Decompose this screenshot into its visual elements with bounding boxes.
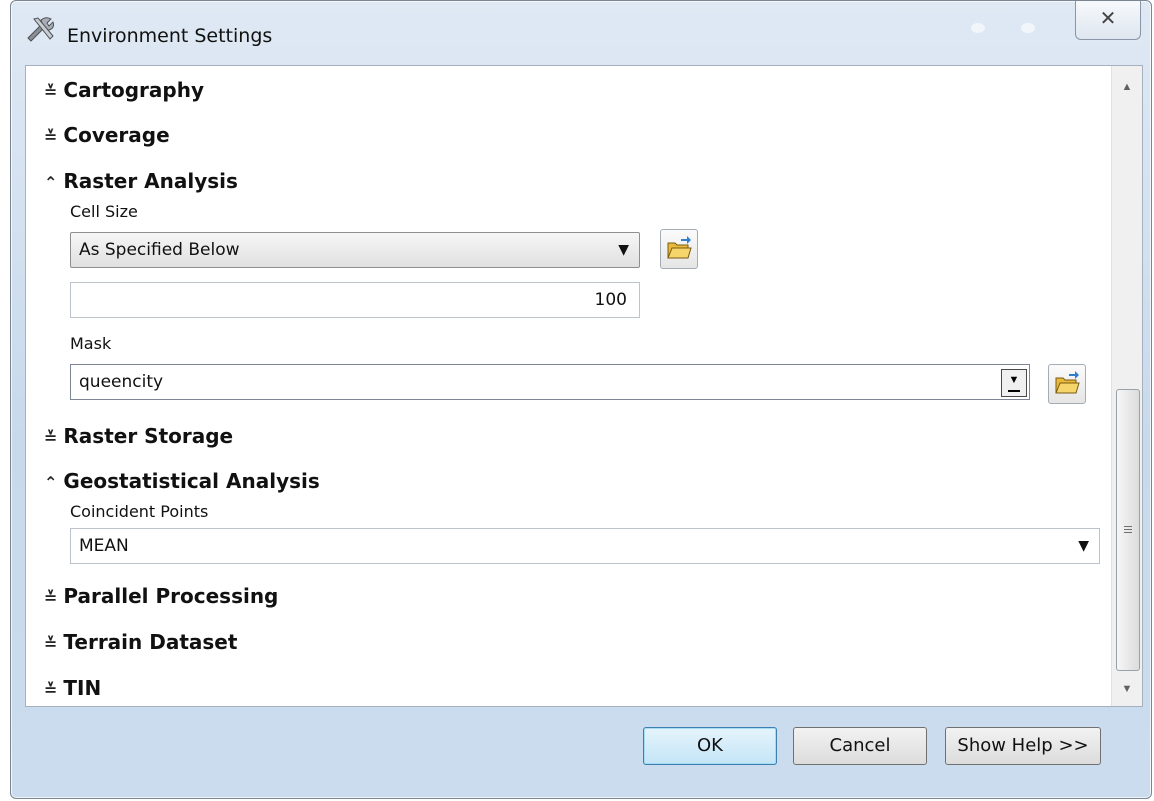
title-decoration xyxy=(971,23,985,33)
chevron-down-icon: ▼ xyxy=(1008,374,1020,386)
section-label: Terrain Dataset xyxy=(63,630,238,654)
section-parallel-processing[interactable]: ≚ Parallel Processing xyxy=(44,584,278,608)
section-geostatistical-analysis[interactable]: ⌃ Geostatistical Analysis xyxy=(44,469,320,493)
chevron-down-icon: ≚ xyxy=(44,588,58,607)
cancel-button[interactable]: Cancel xyxy=(793,727,927,765)
chevron-down-icon: ▼ xyxy=(618,242,629,258)
mask-browse-button[interactable] xyxy=(1048,364,1086,404)
cell-size-value: 100 xyxy=(594,290,627,310)
window-title: Environment Settings xyxy=(67,25,273,47)
coincident-points-select[interactable]: MEAN ▼ xyxy=(70,528,1100,564)
close-button[interactable]: ✕ xyxy=(1075,1,1141,40)
chevron-down-icon: ≚ xyxy=(44,428,58,447)
scroll-grip-icon xyxy=(1124,526,1132,535)
close-icon: ✕ xyxy=(1099,8,1117,30)
open-folder-icon xyxy=(1055,371,1080,394)
section-label: Raster Storage xyxy=(63,424,234,448)
show-help-button[interactable]: Show Help >> xyxy=(945,727,1101,765)
chevron-down-icon: ≚ xyxy=(44,634,58,653)
section-raster-analysis[interactable]: ⌃ Raster Analysis xyxy=(44,169,238,193)
coincident-points-value: MEAN xyxy=(79,536,129,556)
section-label: Raster Analysis xyxy=(63,169,238,193)
vertical-scrollbar[interactable]: ▲ ▼ xyxy=(1111,66,1142,706)
environment-settings-dialog: Environment Settings ✕ ≚ Cartography ≚ Cov… xyxy=(10,0,1152,799)
mask-dropdown-button[interactable]: ▼ xyxy=(1001,369,1027,397)
settings-panel: ≚ Cartography ≚ Coverage ⌃ Raster Analysis … xyxy=(25,65,1143,707)
mask-value: queencity xyxy=(79,372,164,392)
section-label: Geostatistical Analysis xyxy=(63,469,320,493)
scroll-thumb[interactable] xyxy=(1116,389,1140,671)
scroll-down-arrow-icon[interactable]: ▼ xyxy=(1112,676,1142,702)
section-tin[interactable]: ≚ TIN xyxy=(44,676,101,700)
mask-label: Mask xyxy=(70,334,112,353)
cell-size-option: As Specified Below xyxy=(79,240,240,260)
coincident-points-label: Coincident Points xyxy=(70,502,209,521)
section-label: Coverage xyxy=(63,123,170,147)
section-cartography[interactable]: ≚ Cartography xyxy=(44,78,204,102)
chevron-down-icon: ▼ xyxy=(1078,538,1089,554)
chevron-down-icon: ≚ xyxy=(44,127,58,146)
chevron-down-icon: ≚ xyxy=(44,82,58,101)
chevron-down-icon: ≚ xyxy=(44,680,58,699)
section-coverage[interactable]: ≚ Coverage xyxy=(44,123,170,147)
chevron-up-icon: ⌃ xyxy=(44,473,58,492)
scroll-up-arrow-icon[interactable]: ▲ xyxy=(1112,74,1142,100)
tools-icon xyxy=(27,17,54,42)
open-folder-icon xyxy=(667,236,692,259)
section-label: Cartography xyxy=(63,78,205,102)
section-label: TIN xyxy=(63,676,102,700)
section-raster-storage[interactable]: ≚ Raster Storage xyxy=(44,424,233,448)
cell-size-select[interactable]: As Specified Below ▼ xyxy=(70,232,640,268)
mask-input[interactable]: queencity xyxy=(70,364,1030,400)
ok-button[interactable]: OK xyxy=(643,727,777,765)
cell-size-browse-button[interactable] xyxy=(660,229,698,269)
section-terrain-dataset[interactable]: ≚ Terrain Dataset xyxy=(44,630,237,654)
title-decoration xyxy=(1021,23,1035,33)
chevron-up-icon: ⌃ xyxy=(44,173,58,192)
title-bar[interactable]: Environment Settings ✕ xyxy=(11,1,1151,65)
cell-size-input[interactable]: 100 xyxy=(70,282,640,318)
cell-size-label: Cell Size xyxy=(70,202,138,221)
section-label: Parallel Processing xyxy=(63,584,279,608)
